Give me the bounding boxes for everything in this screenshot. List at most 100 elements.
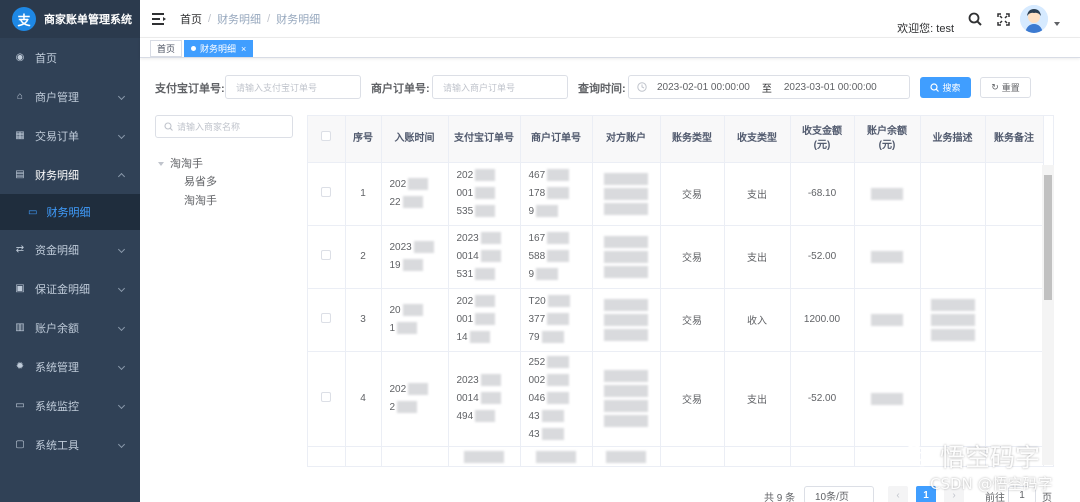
- cell-text: 494: [456, 410, 474, 422]
- redacted-block: [475, 186, 496, 199]
- finance-table: 序号 入账时间 支付宝订单号 商户订单号 对方账户 账务类型 收支类型 收支金额…: [307, 115, 1054, 467]
- redacted-block: [604, 202, 648, 215]
- cell-line: 14: [457, 329, 520, 347]
- cell-text: 202: [389, 178, 407, 190]
- cell-text: 001: [456, 187, 474, 199]
- cell-line: 001: [457, 185, 520, 203]
- fullscreen-icon[interactable]: [992, 8, 1014, 30]
- page-size-select[interactable]: 10条/页: [804, 486, 874, 502]
- sidebar-item[interactable]: ⇄ 资金明细: [0, 230, 140, 269]
- tree-node-child[interactable]: 淘淘手: [184, 192, 217, 208]
- sidebar-item[interactable]: ▦ 交易订单: [0, 116, 140, 155]
- sidebar-menu: ◉ 首页 ⌂ 商户管理 ▦ 交易订单 ▤ 财务明细 ▭ 财务明细 ⇄ 资金明细 ▣ 保证金明细 ▥ 账户余额 ✹…: [0, 38, 140, 464]
- search-icon[interactable]: [964, 8, 986, 30]
- redacted-block: [536, 204, 559, 217]
- chevron-down-icon[interactable]: [1054, 22, 1060, 26]
- sidebar-item[interactable]: ▭ 系统监控: [0, 386, 140, 425]
- cell-account-type: 交易: [660, 162, 725, 226]
- cell-line: 535: [457, 203, 520, 221]
- table-cell: [448, 446, 521, 466]
- tag-finance-detail[interactable]: 财务明细 ×: [184, 40, 254, 57]
- sidebar-subitem-finance-detail[interactable]: ▭ 财务明细: [0, 194, 140, 230]
- sidebar-item[interactable]: ▤ 财务明细: [0, 155, 140, 194]
- cell-account-type: 交易: [660, 351, 725, 447]
- reset-button[interactable]: ↻ 重置: [980, 77, 1031, 98]
- redacted-block: [930, 328, 975, 341]
- tag-home[interactable]: 首页: [150, 40, 183, 57]
- cell-text: 9: [528, 205, 535, 217]
- cell-balance: [854, 225, 921, 289]
- column-header: 商户订单号: [520, 116, 593, 163]
- redacted-block: [547, 312, 570, 325]
- redacted-block: [536, 451, 576, 463]
- sidebar-item[interactable]: ✹ 系统管理: [0, 347, 140, 386]
- search-button[interactable]: 搜索: [920, 77, 971, 98]
- table-row[interactable]: 4 202 2 2023 0014 494 252 002 046 43 43 交易 支出 -52.00: [308, 351, 1044, 447]
- avatar[interactable]: [1020, 5, 1048, 33]
- breadcrumb-home[interactable]: 首页: [180, 11, 202, 27]
- cell-line: 531: [457, 266, 520, 284]
- sidebar-item[interactable]: ▢ 系统工具: [0, 425, 140, 464]
- merchant-search-input[interactable]: 请输入商家名称: [155, 115, 293, 138]
- sidebar-item[interactable]: ⌂ 商户管理: [0, 77, 140, 116]
- cell-merchant-order: 252 002 046 43 43: [520, 351, 593, 447]
- chevron-down-icon: [117, 92, 126, 100]
- tree-node-root[interactable]: 淘淘手: [158, 155, 203, 171]
- table-scrollbar[interactable]: [1042, 165, 1054, 465]
- table-row[interactable]: 3 20 1 202 001 14 T20 377 79 交易 收入 1200.00: [308, 288, 1044, 352]
- sidebar-item-label: 系统监控: [35, 400, 79, 413]
- balance-icon: ▥: [15, 322, 25, 333]
- row-checkbox[interactable]: [321, 187, 332, 197]
- sidebar-item[interactable]: ◉ 首页: [0, 38, 140, 77]
- cell-alipay-order: 202 001 14: [448, 288, 521, 352]
- row-checkbox[interactable]: [321, 250, 332, 260]
- caret-down-icon[interactable]: [158, 162, 164, 167]
- table-row[interactable]: 2 2023 19 2023 0014 531 167 588 9 交易 支出 -52.00: [308, 225, 1044, 289]
- toolbox-icon: ▢: [15, 439, 25, 450]
- watermark-csdn: CSDN @悟空码字: [930, 475, 1053, 493]
- row-checkbox[interactable]: [321, 392, 332, 402]
- sidebar-item[interactable]: ▣ 保证金明细: [0, 269, 140, 308]
- row-checkbox[interactable]: [321, 313, 332, 323]
- table-row[interactable]: 1 202 22 202 001 535 467 178 9 交易 支出 -68.10: [308, 162, 1044, 226]
- cell-account-type: 交易: [660, 225, 725, 289]
- tree-node-child[interactable]: 易省多: [184, 173, 217, 189]
- cell-line: 0014: [457, 390, 520, 408]
- settings-icon: ✹: [15, 361, 25, 372]
- query-time-label: 查询时间:: [578, 83, 626, 95]
- redacted-block: [930, 298, 975, 311]
- prev-page-button[interactable]: ‹: [888, 486, 908, 502]
- brand[interactable]: 支 商家账单管理系统: [0, 0, 140, 38]
- alipay-order-input[interactable]: 请输入支付宝订单号: [225, 75, 361, 99]
- close-icon[interactable]: ×: [241, 44, 246, 54]
- cell-text: 531: [456, 268, 474, 280]
- redacted-block: [541, 409, 564, 422]
- cell-entry-time-lines: 202 22: [382, 176, 448, 212]
- redacted-block: [604, 400, 648, 412]
- reset-button-label: 重置: [1001, 83, 1020, 93]
- wechat-icon: [903, 445, 931, 467]
- column-header: 账户余额(元): [854, 116, 921, 163]
- merchant-order-input[interactable]: 请输入商户订单号: [432, 75, 568, 99]
- date-range-picker[interactable]: 2023-02-01 00:00:00 至 2023-03-01 00:00:0…: [628, 75, 910, 99]
- redacted-block: [604, 370, 648, 382]
- sidebar-item[interactable]: ▥ 账户余额: [0, 308, 140, 347]
- hamburger-icon[interactable]: [152, 12, 166, 25]
- select-all-checkbox[interactable]: [321, 131, 332, 142]
- redacted-block: [547, 355, 570, 368]
- redacted-block: [402, 195, 423, 208]
- cell-alipay-order: 2023 0014 494: [448, 351, 521, 447]
- cell-text: 467: [528, 169, 546, 181]
- navbar: 首页 / 财务明细 / 财务明细 欢迎您: test: [140, 0, 1080, 38]
- cell-entry-time: 20 1: [381, 288, 449, 352]
- breadcrumb-separator: /: [267, 12, 271, 25]
- row-select-cell: [308, 288, 346, 352]
- start-date[interactable]: 2023-02-01 00:00:00: [657, 82, 750, 93]
- scrollbar-thumb[interactable]: [1044, 175, 1052, 300]
- cell-alipay-order-lines: 202 001 14: [449, 293, 520, 347]
- cell-alipay-order-lines: 2023 0014 531: [449, 230, 520, 284]
- end-date[interactable]: 2023-03-01 00:00:00: [784, 82, 877, 93]
- cell-line: 79: [529, 329, 592, 347]
- redacted-block: [480, 231, 501, 244]
- cell-entry-time: 202 2: [381, 351, 449, 447]
